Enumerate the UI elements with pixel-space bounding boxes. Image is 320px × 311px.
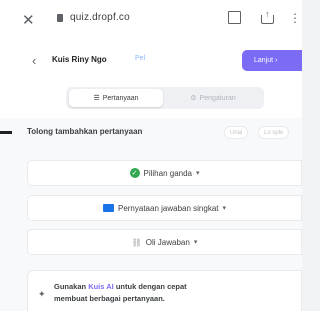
chevron-down-icon: ▾ (195, 170, 200, 177)
sparkle-icon: ✦ (38, 289, 46, 299)
settings-tab-icon: ⚙ (190, 95, 197, 102)
share-arrow-icon: ↑ (265, 9, 270, 19)
suggestion-line-2: membuat berbagai pertanyaan. (54, 294, 165, 303)
option-label: Oli Jawaban (145, 237, 190, 247)
tab-settings[interactable]: ⚙ Pengaturan (166, 89, 260, 107)
pill-left[interactable]: Unai (224, 126, 249, 139)
suggestion-prefix: Gunakan (54, 282, 89, 291)
suggestion-rest: untuk dengan cepat (113, 282, 187, 291)
more-menu-icon[interactable]: ⋮ (289, 11, 301, 25)
tabs-bar: ☰ Pertanyaan ⚙ Pengaturan (0, 84, 302, 119)
option-short-answer[interactable]: Pernyataan jawaban singkat ▾ (27, 195, 302, 221)
questions-tab-icon: ☰ (93, 95, 100, 102)
editor-content: Tolong tambahkan pertanyaan Unai Lo sple… (0, 118, 302, 311)
check-circle-icon: ✓ (129, 168, 140, 178)
tabs-icon[interactable] (228, 11, 241, 24)
tab-questions-label: Pertanyaan (102, 94, 139, 102)
form-tag: Pel (135, 55, 146, 62)
edge-marker (0, 131, 12, 134)
link-icon: ⛓ (131, 237, 142, 247)
pill-right[interactable]: Lo sple (258, 126, 290, 139)
option-label: Pernyataan jawaban singkat (117, 203, 219, 213)
ai-name-link[interactable]: Kuis AI (88, 282, 114, 291)
option-answer[interactable]: ⛓ Oli Jawaban ▾ (27, 229, 302, 255)
lock-icon (57, 14, 63, 22)
form-title: Kuis Riny Ngo (52, 55, 107, 64)
document-icon (102, 204, 114, 212)
back-icon[interactable]: ‹ (32, 53, 36, 68)
section-title: Tolong tambahkan pertanyaan (27, 127, 143, 136)
suggestion-line-1: Gunakan Kuis AI untuk dengan cepat (54, 282, 187, 291)
ai-suggestion-card[interactable]: ✦ Gunakan Kuis AI untuk dengan cepat mem… (27, 270, 302, 311)
app-header: ‹ Kuis Riny Ngo Pel Lanjut › (0, 38, 302, 84)
tab-group: ☰ Pertanyaan ⚙ Pengaturan (66, 87, 264, 109)
address-bar[interactable]: quiz.dropf.co (70, 12, 130, 23)
close-tab-icon[interactable]: ✕ (22, 11, 35, 29)
option-label: Pilihan ganda (143, 168, 192, 178)
tab-settings-label: Pengaturan (199, 94, 236, 102)
browser-toolbar: ✕ quiz.dropf.co ↑ ⋮ (0, 0, 302, 39)
option-multiple-choice[interactable]: ✓ Pilihan ganda ▾ (27, 160, 302, 186)
chevron-down-icon: ▾ (222, 205, 227, 212)
chevron-down-icon: ▾ (193, 239, 198, 246)
next-button[interactable]: Lanjut › (242, 50, 302, 71)
tab-questions[interactable]: ☰ Pertanyaan (69, 89, 163, 107)
